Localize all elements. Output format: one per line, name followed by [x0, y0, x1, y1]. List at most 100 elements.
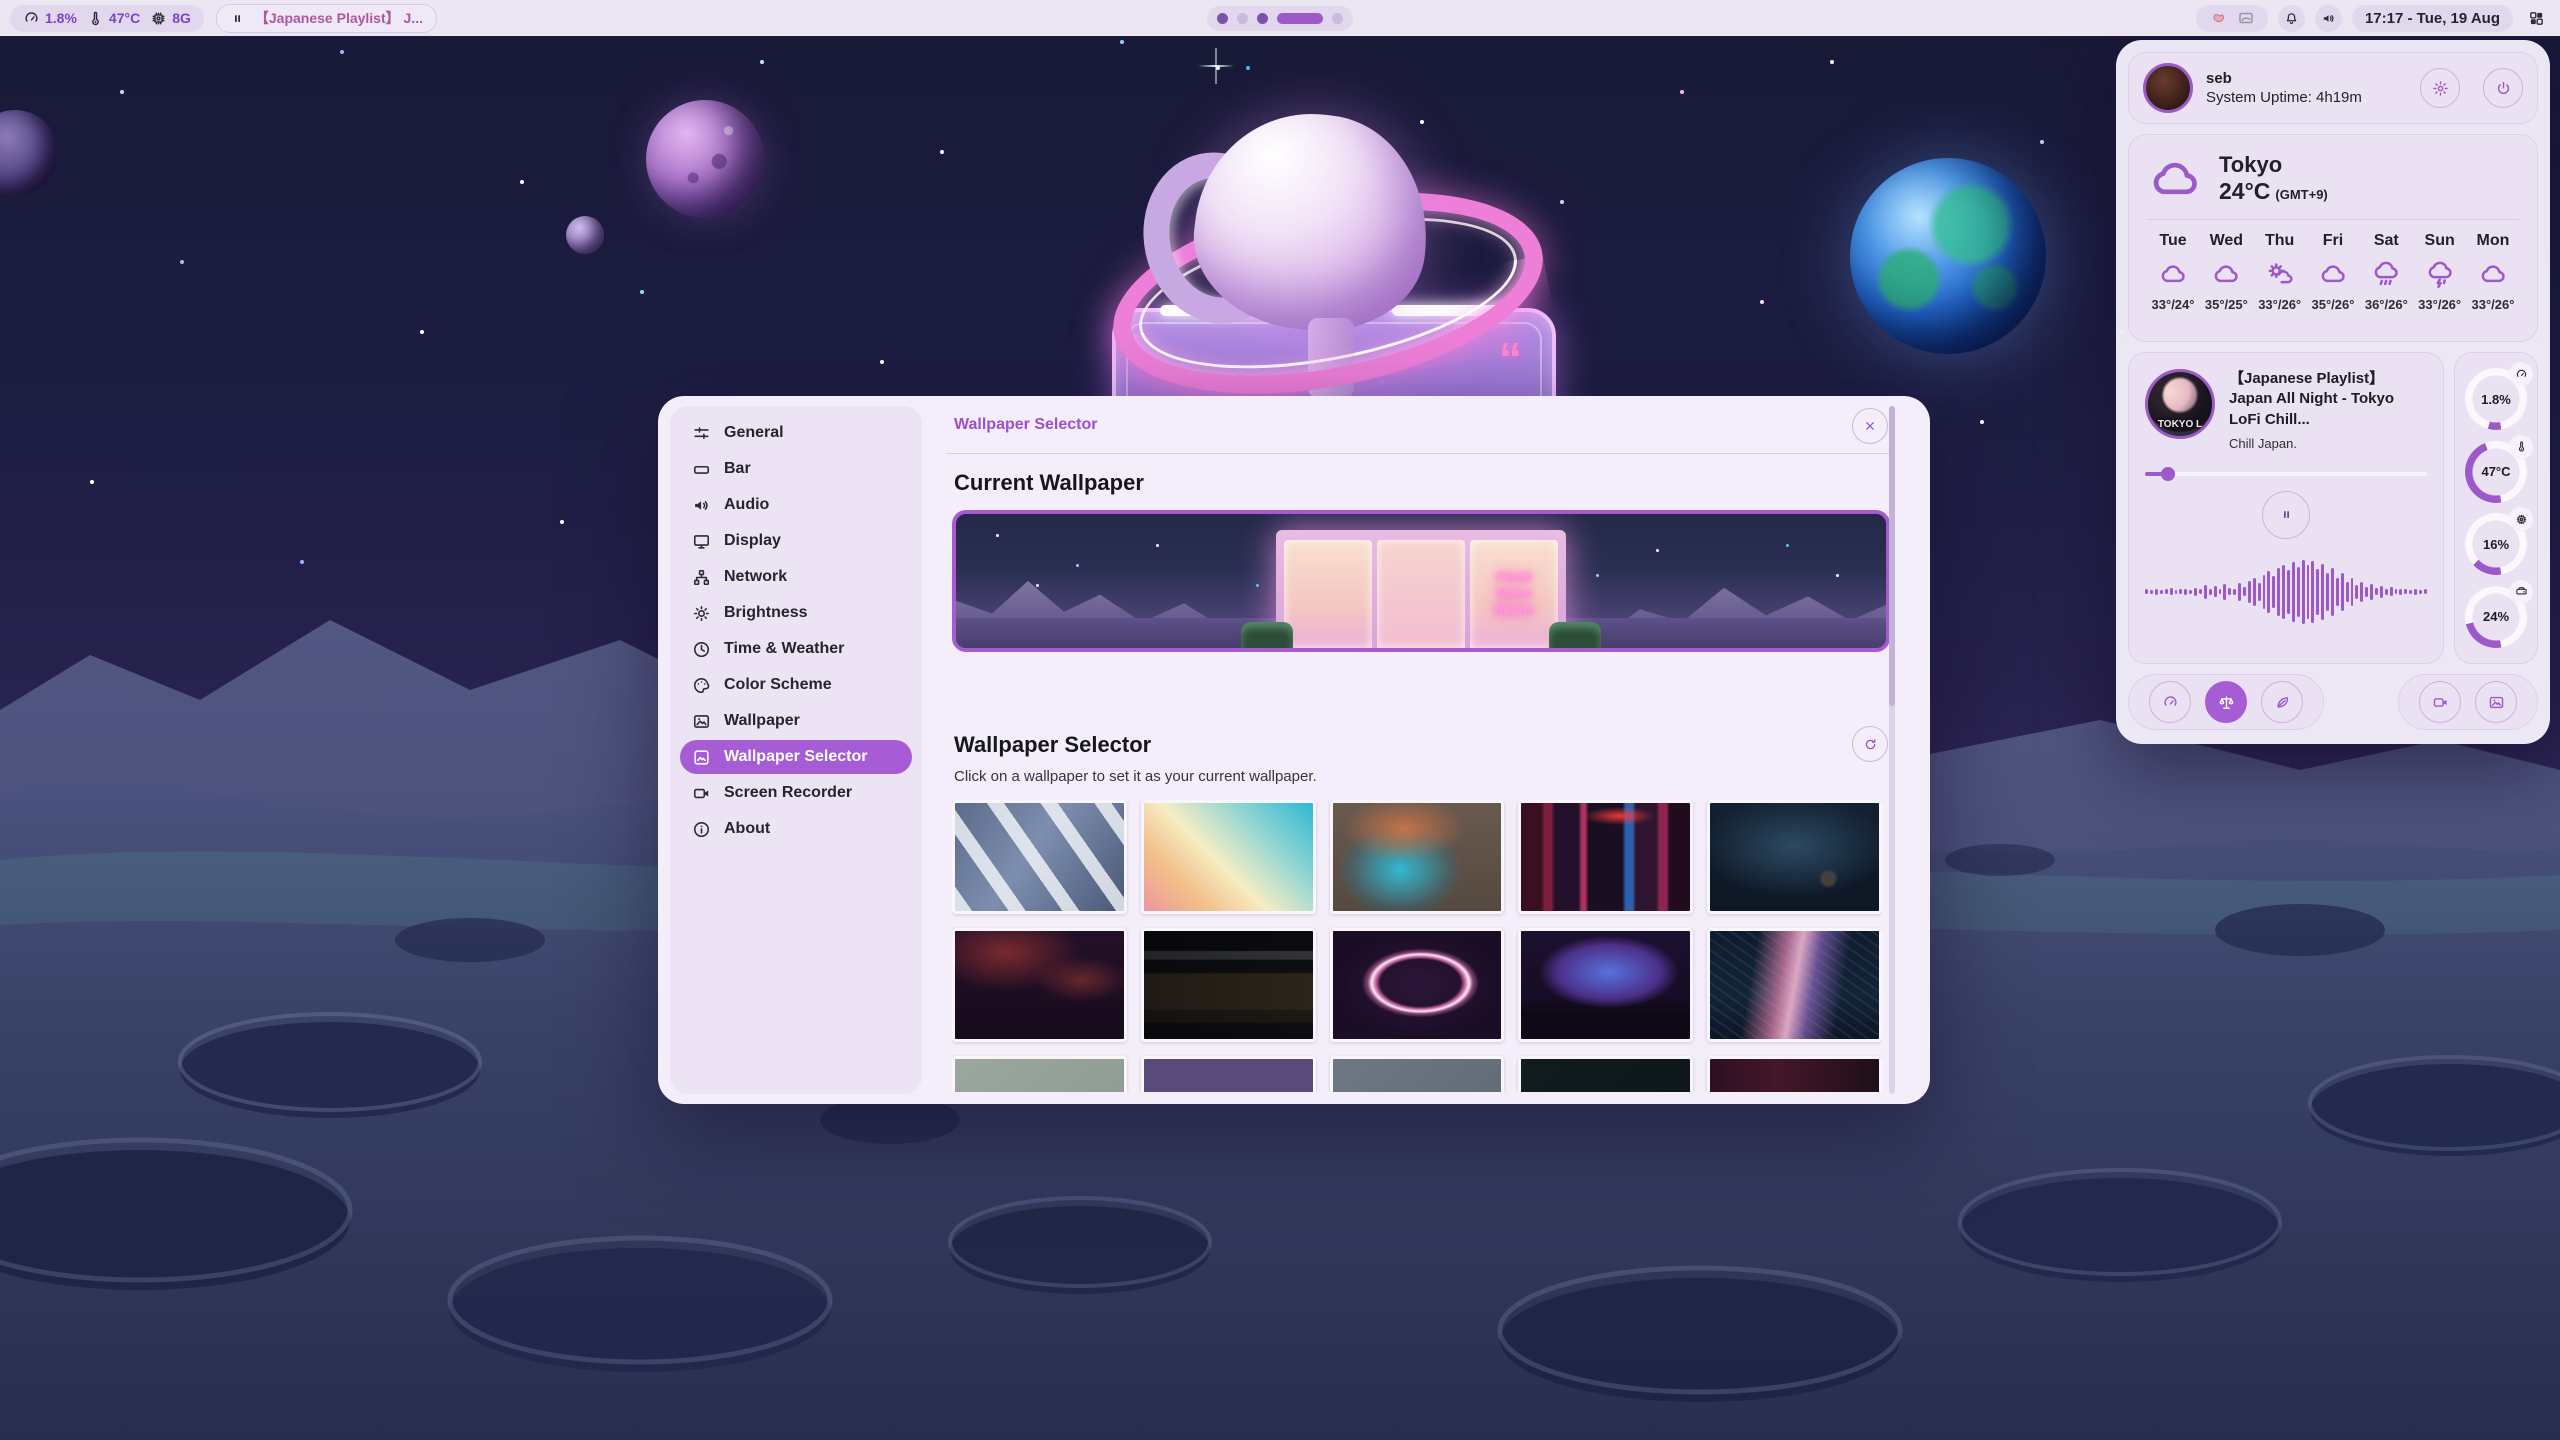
- gauge-drive: 24%: [2465, 586, 2527, 648]
- pause-icon: [2279, 507, 2294, 522]
- workspace-indicator[interactable]: [1207, 6, 1353, 31]
- close-button[interactable]: [1852, 408, 1888, 444]
- saturn-coffee-cup: [1150, 104, 1490, 384]
- wallpaper-thumbnail-neon-arcade-alley[interactable]: [1518, 800, 1693, 914]
- system-stat: 47°C: [87, 10, 140, 27]
- wallpaper-thumbnail-autumn-grove[interactable]: [1141, 1056, 1316, 1092]
- wallpaper-thumbnail-dark-teal[interactable]: [1518, 1056, 1693, 1092]
- quick-button-image[interactable]: [2475, 681, 2517, 723]
- seek-slider[interactable]: [2145, 467, 2427, 481]
- gauge-icon: [2515, 368, 2528, 381]
- forecast-day-sun: Sun33°/26°: [2414, 232, 2466, 312]
- wallpaper-thumbnail-misty-gray[interactable]: [952, 1056, 1127, 1092]
- tray-app-icon[interactable]: [2209, 9, 2227, 27]
- wallpaper-thumbnail-slate-gray[interactable]: [1330, 1056, 1505, 1092]
- monitor-icon: [692, 532, 711, 551]
- storm-icon: [2425, 259, 2455, 289]
- wallpaper-thumbnail-blurred-aurora[interactable]: [1330, 800, 1505, 914]
- sliders-icon: [692, 424, 711, 443]
- scrollbar[interactable]: [1889, 406, 1895, 1094]
- tray-screenshot-icon[interactable]: [2237, 9, 2255, 27]
- sidebar-item-audio[interactable]: Audio: [680, 488, 912, 522]
- forecast-day-fri: Fri35°/26°: [2307, 232, 2359, 312]
- wallpaper-thumbnail-pastel-gradient[interactable]: [1141, 800, 1316, 914]
- sidebar-item-bar[interactable]: Bar: [680, 452, 912, 486]
- seek-knob[interactable]: [2161, 467, 2175, 481]
- refresh-icon: [1863, 737, 1878, 752]
- wallpaper-grid: [952, 800, 1882, 1092]
- cloud-icon: [2478, 259, 2508, 289]
- preview-stars: [956, 514, 959, 517]
- image-icon: [692, 712, 711, 731]
- cloud-icon: [2147, 151, 2203, 207]
- dashboard-button[interactable]: [2523, 5, 2550, 32]
- volume-button[interactable]: [2315, 5, 2342, 32]
- weather-city: Tokyo: [2219, 153, 2328, 177]
- sidebar-item-wallpaper-selector[interactable]: Wallpaper Selector: [680, 740, 912, 774]
- wallpaper-thumbnail-nebula-forest[interactable]: [1518, 928, 1693, 1042]
- selector-heading: Wallpaper Selector: [954, 732, 1151, 758]
- cloud-icon: [2318, 259, 2348, 289]
- scrollbar-thumb[interactable]: [1889, 406, 1895, 706]
- notifications-button[interactable]: [2278, 5, 2305, 32]
- play-pause-button[interactable]: [2262, 491, 2310, 539]
- workspace-dot-1[interactable]: [1217, 13, 1228, 24]
- wallpaper-thumbnail-crimson-forest[interactable]: [952, 928, 1127, 1042]
- bell-icon: [2284, 11, 2299, 26]
- rain-icon: [2371, 259, 2401, 289]
- quick-button-gauge[interactable]: [2149, 681, 2191, 723]
- wallpaper-thumbnail-purple-eclipse-ring[interactable]: [1330, 928, 1505, 1042]
- gauge-icon: [2162, 694, 2179, 711]
- quick-button-video[interactable]: [2419, 681, 2461, 723]
- sidebar-item-time-weather[interactable]: Time & Weather: [680, 632, 912, 666]
- current-wallpaper-heading: Current Wallpaper: [954, 470, 1144, 496]
- chip-icon: [150, 10, 167, 27]
- window-title: Wallpaper Selector: [954, 416, 1097, 434]
- album-art: TOKYO L: [2145, 369, 2215, 439]
- scales-icon: [2218, 694, 2235, 711]
- right-panel: seb System Uptime: 4h19m Tokyo 24°C(GMT+…: [2116, 40, 2550, 744]
- sidebar-item-general[interactable]: General: [680, 416, 912, 450]
- shop-door: [1377, 540, 1465, 648]
- clock-text: 17:17 - Tue, 19 Aug: [2365, 10, 2500, 27]
- dashboard-grid-icon: [2528, 10, 2545, 27]
- current-wallpaper-preview[interactable]: Fresh Moon Beans: [952, 510, 1890, 652]
- quick-toggles-left: [2128, 674, 2324, 730]
- clock-icon: [692, 640, 711, 659]
- earth-planet: [1850, 158, 2046, 354]
- sidebar-item-about[interactable]: About: [680, 812, 912, 846]
- wallpaper-thumbnail-lofi-coffee-shop[interactable]: [1141, 928, 1316, 1042]
- quick-button-leaf[interactable]: [2261, 681, 2303, 723]
- workspace-dot-4[interactable]: [1277, 13, 1323, 24]
- shop-window-right: Fresh Moon Beans: [1470, 540, 1558, 648]
- system-uptime: System Uptime: 4h19m: [2206, 89, 2362, 106]
- sidebar-item-color-scheme[interactable]: Color Scheme: [680, 668, 912, 702]
- settings-sidebar: GeneralBarAudioDisplayNetworkBrightnessT…: [670, 406, 922, 1094]
- sidebar-item-brightness[interactable]: Brightness: [680, 596, 912, 630]
- sidebar-item-network[interactable]: Network: [680, 560, 912, 594]
- wallpaper-thumbnail-maroon-haze[interactable]: [1707, 1056, 1882, 1092]
- forecast-day-thu: Thu33°/26°: [2254, 232, 2306, 312]
- wallpaper-thumbnail-anime-street-crossing[interactable]: [952, 800, 1127, 914]
- small-planet: [566, 216, 604, 254]
- system-stats-pill: 1.8%47°C8G: [10, 5, 204, 32]
- quick-toggles-right: [2398, 674, 2538, 730]
- wallpaper-thumbnail-snowy-night-village[interactable]: [1707, 800, 1882, 914]
- system-tray[interactable]: [2196, 5, 2268, 32]
- pause-icon: [230, 11, 245, 26]
- shop-window-left: [1284, 540, 1372, 648]
- workspace-dot-5[interactable]: [1332, 13, 1343, 24]
- speaker-icon: [692, 496, 711, 515]
- refresh-button[interactable]: [1852, 726, 1888, 762]
- settings-button[interactable]: [2420, 68, 2460, 108]
- workspace-dot-2[interactable]: [1237, 13, 1248, 24]
- clock[interactable]: 17:17 - Tue, 19 Aug: [2352, 5, 2513, 32]
- sidebar-item-screen-recorder[interactable]: Screen Recorder: [680, 776, 912, 810]
- power-button[interactable]: [2483, 68, 2523, 108]
- sidebar-item-display[interactable]: Display: [680, 524, 912, 558]
- media-pill[interactable]: 【Japanese Playlist】 J...: [216, 4, 437, 33]
- workspace-dot-3[interactable]: [1257, 13, 1268, 24]
- quick-button-scales[interactable]: [2205, 681, 2247, 723]
- sidebar-item-wallpaper[interactable]: Wallpaper: [680, 704, 912, 738]
- wallpaper-thumbnail-particle-wave[interactable]: [1707, 928, 1882, 1042]
